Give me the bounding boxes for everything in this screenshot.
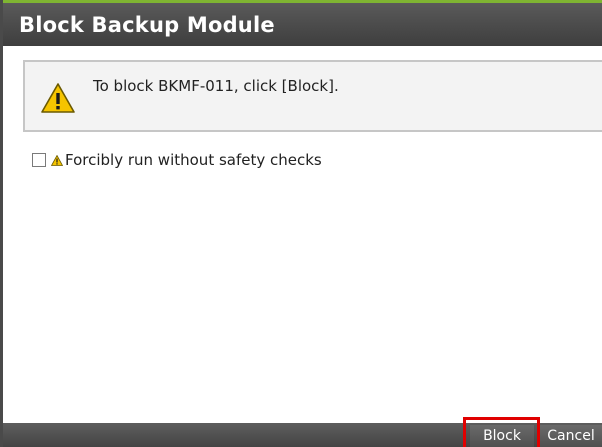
dialog-title-bar: Block Backup Module — [3, 0, 602, 46]
force-run-checkbox[interactable] — [32, 153, 46, 167]
force-run-option: Forcibly run without safety checks — [32, 150, 322, 170]
warning-triangle-icon — [41, 83, 75, 113]
warning-small-icon — [51, 154, 63, 166]
force-run-label[interactable]: Forcibly run without safety checks — [65, 151, 322, 169]
message-text: To block BKMF-011, click [Block]. — [93, 77, 339, 95]
block-backup-module-dialog: Block Backup Module To block BKMF-011, c… — [0, 0, 602, 447]
cancel-button[interactable]: Cancel — [540, 425, 602, 447]
block-button[interactable]: Block — [470, 425, 534, 447]
dialog-footer: Block Cancel — [3, 423, 602, 447]
dialog-title: Block Backup Module — [19, 13, 275, 37]
message-box: To block BKMF-011, click [Block]. — [23, 60, 602, 132]
